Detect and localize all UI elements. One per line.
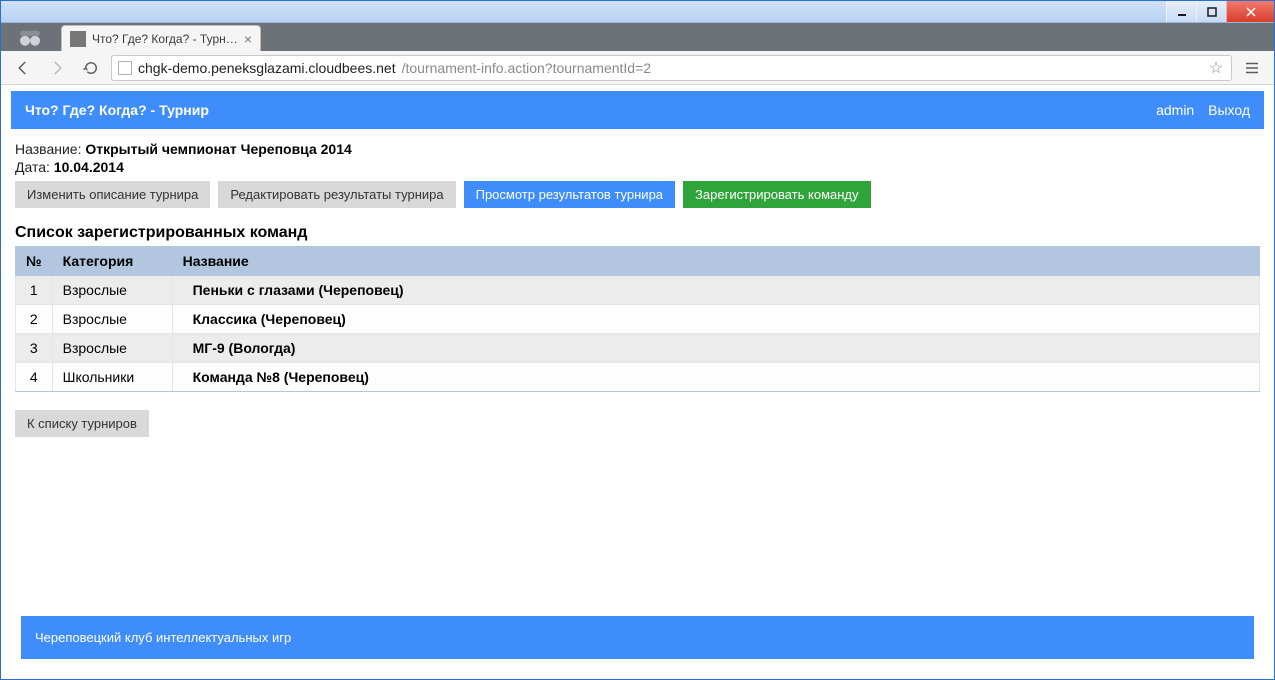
browser-tab[interactable]: Что? Где? Когда? - Турнир × — [61, 25, 261, 51]
url-path: /tournament-info.action?tournamentId=2 — [402, 60, 651, 76]
cell-category: Взрослые — [52, 276, 172, 305]
table-row: 1 Взрослые Пеньки с глазами (Череповец) — [16, 276, 1260, 305]
back-button[interactable] — [9, 55, 37, 81]
os-titlebar — [1, 1, 1274, 23]
forward-button[interactable] — [43, 55, 71, 81]
table-row: 3 Взрослые МГ-9 (Вологда) — [16, 334, 1260, 363]
bookmark-star-icon[interactable]: ☆ — [1207, 58, 1225, 78]
reload-button[interactable] — [77, 55, 105, 81]
view-results-button[interactable]: Просмотр результатов турнира — [464, 181, 675, 208]
tab-strip: Что? Где? Когда? - Турнир × — [1, 23, 1274, 51]
address-bar[interactable]: chgk-demo.peneksglazami.cloudbees.net/to… — [111, 55, 1232, 81]
url-host: chgk-demo.peneksglazami.cloudbees.net — [138, 60, 396, 76]
page-icon — [118, 61, 132, 75]
window-maximize-button[interactable] — [1196, 1, 1226, 22]
cell-name: Классика (Череповец) — [172, 305, 1259, 334]
date-value: 10.04.2014 — [54, 159, 124, 175]
register-team-button[interactable]: Зарегистрировать команду — [683, 181, 871, 208]
cell-num: 4 — [16, 363, 53, 392]
edit-description-button[interactable]: Изменить описание турнира — [15, 181, 210, 208]
col-category: Категория — [52, 247, 172, 276]
browser-window: Что? Где? Когда? - Турнир × chgk-demo.pe… — [0, 0, 1275, 680]
name-label: Название: — [15, 141, 81, 157]
name-value: Открытый чемпионат Череповца 2014 — [85, 141, 351, 157]
incognito-icon — [13, 25, 47, 49]
window-minimize-button[interactable] — [1166, 1, 1196, 22]
cell-category: Школьники — [52, 363, 172, 392]
cell-num: 2 — [16, 305, 53, 334]
nav-toolbar: chgk-demo.peneksglazami.cloudbees.net/to… — [1, 51, 1274, 85]
teams-list-title: Список зарегистрированных команд — [15, 224, 1260, 242]
col-name: Название — [172, 247, 1259, 276]
action-buttons: Изменить описание турнира Редактировать … — [15, 181, 1260, 208]
tournament-info: Название: Открытый чемпионат Череповца 2… — [11, 129, 1264, 445]
cell-num: 3 — [16, 334, 53, 363]
app-header: Что? Где? Когда? - Турнир admin Выход — [11, 91, 1264, 129]
cell-num: 1 — [16, 276, 53, 305]
cell-name: Команда №8 (Череповец) — [172, 363, 1259, 392]
user-link[interactable]: admin — [1156, 102, 1194, 118]
cell-name: Пеньки с глазами (Череповец) — [172, 276, 1259, 305]
date-label: Дата: — [15, 159, 50, 175]
favicon-icon — [70, 31, 86, 47]
cell-category: Взрослые — [52, 305, 172, 334]
app-title: Что? Где? Когда? - Турнир — [25, 102, 209, 118]
window-close-button[interactable] — [1226, 1, 1274, 22]
back-to-list-button[interactable]: К списку турниров — [15, 410, 149, 437]
teams-table: № Категория Название 1 Взрослые Пеньки с… — [15, 246, 1260, 392]
edit-results-button[interactable]: Редактировать результаты турнира — [218, 181, 455, 208]
cell-category: Взрослые — [52, 334, 172, 363]
page-footer: Череповецкий клуб интеллектуальных игр — [21, 616, 1254, 659]
cell-name: МГ-9 (Вологда) — [172, 334, 1259, 363]
page-viewport: Что? Где? Когда? - Турнир admin Выход На… — [1, 85, 1274, 679]
menu-button[interactable] — [1238, 55, 1266, 81]
table-row: 2 Взрослые Классика (Череповец) — [16, 305, 1260, 334]
col-num: № — [16, 247, 53, 276]
tab-title: Что? Где? Когда? - Турнир — [92, 32, 238, 46]
tab-close-icon[interactable]: × — [244, 32, 252, 46]
logout-link[interactable]: Выход — [1208, 102, 1250, 118]
table-row: 4 Школьники Команда №8 (Череповец) — [16, 363, 1260, 392]
